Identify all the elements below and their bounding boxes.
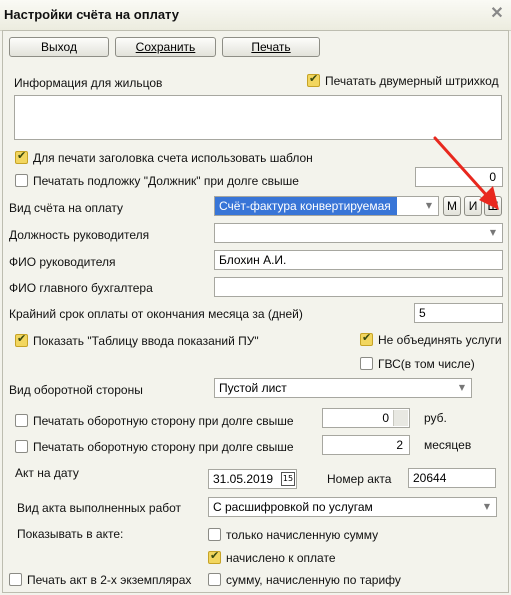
act-type-select[interactable]: С расшифровкой по услугам ▼ bbox=[208, 497, 497, 517]
act-date-value: 31.05.2019 bbox=[213, 472, 274, 486]
head-position-label: Должность руководителя bbox=[9, 228, 150, 242]
head-position-select[interactable]: ▼ bbox=[214, 223, 503, 243]
head-name-label: ФИО руководителя bbox=[9, 255, 116, 269]
debtor-background-checkbox[interactable] bbox=[15, 174, 28, 187]
no-merge-services-label: Не объединять услуги bbox=[378, 333, 502, 347]
chevron-down-icon[interactable]: ▼ bbox=[480, 500, 494, 514]
print-back-months-label: Печатать оборотную сторону при долге свы… bbox=[33, 440, 294, 454]
chief-accountant-label: ФИО главного бухгалтера bbox=[9, 281, 153, 295]
head-position-value bbox=[215, 224, 219, 242]
print-button[interactable]: Печать bbox=[222, 37, 320, 57]
red-arrow-annotation bbox=[433, 136, 499, 210]
spinner-icon[interactable] bbox=[393, 410, 408, 426]
meter-table-checkbox[interactable] bbox=[15, 332, 28, 347]
calendar-icon[interactable]: 15 bbox=[281, 472, 295, 486]
head-name-input[interactable]: Блохин А.И. bbox=[214, 250, 503, 270]
deadline-label: Крайний срок оплаты от окончания месяца … bbox=[9, 307, 303, 321]
act-show-opt3-label: сумму, начисленную по тарифу bbox=[226, 573, 401, 587]
meter-table-label: Показать "Таблицу ввода показаний ПУ" bbox=[33, 334, 259, 348]
act-number-label: Номер акта bbox=[327, 472, 392, 486]
invoice-type-select[interactable]: Счёт-фактура конвертируемая ▼ bbox=[214, 196, 439, 216]
gvs-label: ГВС(в том числе) bbox=[378, 357, 475, 371]
print-back-months-input[interactable]: 2 bbox=[322, 435, 410, 455]
invoice-type-value: Счёт-фактура конвертируемая bbox=[215, 197, 397, 215]
print-back-rub-input[interactable]: 0 bbox=[322, 408, 410, 428]
close-icon[interactable]: ✕ bbox=[488, 5, 506, 23]
gvs-checkbox[interactable] bbox=[360, 357, 373, 370]
act-type-value: С расшифровкой по услугам bbox=[213, 500, 373, 514]
act-show-opt2-checkbox[interactable] bbox=[208, 549, 221, 564]
act-show-opt2-label: начислено к оплате bbox=[226, 551, 336, 565]
act-show-label: Показывать в акте: bbox=[17, 527, 124, 541]
window-title: Настройки счёта на оплату bbox=[4, 7, 179, 22]
print-back-rub-unit: руб. bbox=[424, 411, 447, 425]
print-button-label: Печать bbox=[251, 40, 291, 54]
print-barcode-checkbox[interactable] bbox=[307, 72, 320, 87]
debtor-background-label: Печатать подложку "Должник" при долге св… bbox=[33, 174, 299, 188]
calendar-day: 15 bbox=[282, 474, 294, 483]
chevron-down-icon[interactable]: ▼ bbox=[486, 226, 500, 240]
print-back-rub-checkbox[interactable] bbox=[15, 414, 28, 427]
print-back-months-unit: месяцев bbox=[424, 438, 472, 452]
back-side-select[interactable]: Пустой лист ▼ bbox=[214, 378, 472, 398]
act-date-label: Акт на дату bbox=[15, 466, 79, 480]
no-merge-services-checkbox[interactable] bbox=[360, 331, 373, 346]
print-back-rub-label: Печатать оборотную сторону при долге свы… bbox=[33, 414, 294, 428]
deadline-input[interactable]: 5 bbox=[414, 303, 503, 323]
print-back-rub-value: 0 bbox=[382, 411, 389, 425]
header-template-label: Для печати заголовка счета использовать … bbox=[33, 151, 313, 165]
save-button[interactable]: Сохранить bbox=[115, 37, 216, 57]
print-back-months-checkbox[interactable] bbox=[15, 440, 28, 453]
act-show-opt3-checkbox[interactable] bbox=[208, 573, 221, 586]
exit-button-label: Выход bbox=[41, 40, 77, 54]
act-type-label: Вид акта выполненных работ bbox=[17, 501, 182, 515]
act-number-input[interactable]: 20644 bbox=[408, 468, 496, 488]
chief-accountant-input[interactable] bbox=[214, 277, 503, 297]
residents-info-label: Информация для жильцов bbox=[14, 76, 163, 90]
save-button-label: Сохранить bbox=[135, 40, 196, 54]
act-show-opt1-checkbox[interactable] bbox=[208, 528, 221, 541]
header-template-checkbox[interactable] bbox=[15, 149, 28, 164]
print-barcode-label: Печатать двумерный штрихкод bbox=[325, 74, 499, 88]
invoice-type-label: Вид счёта на оплату bbox=[9, 201, 124, 215]
act-show-opt1-label: только начисленную сумму bbox=[226, 528, 379, 542]
back-side-value: Пустой лист bbox=[219, 381, 287, 395]
two-copies-label: Печать акт в 2-х экземплярах bbox=[27, 573, 192, 587]
exit-button[interactable]: Выход bbox=[9, 37, 109, 57]
back-side-label: Вид оборотной стороны bbox=[9, 383, 143, 397]
two-copies-checkbox[interactable] bbox=[9, 573, 22, 586]
chevron-down-icon[interactable]: ▼ bbox=[455, 381, 469, 395]
